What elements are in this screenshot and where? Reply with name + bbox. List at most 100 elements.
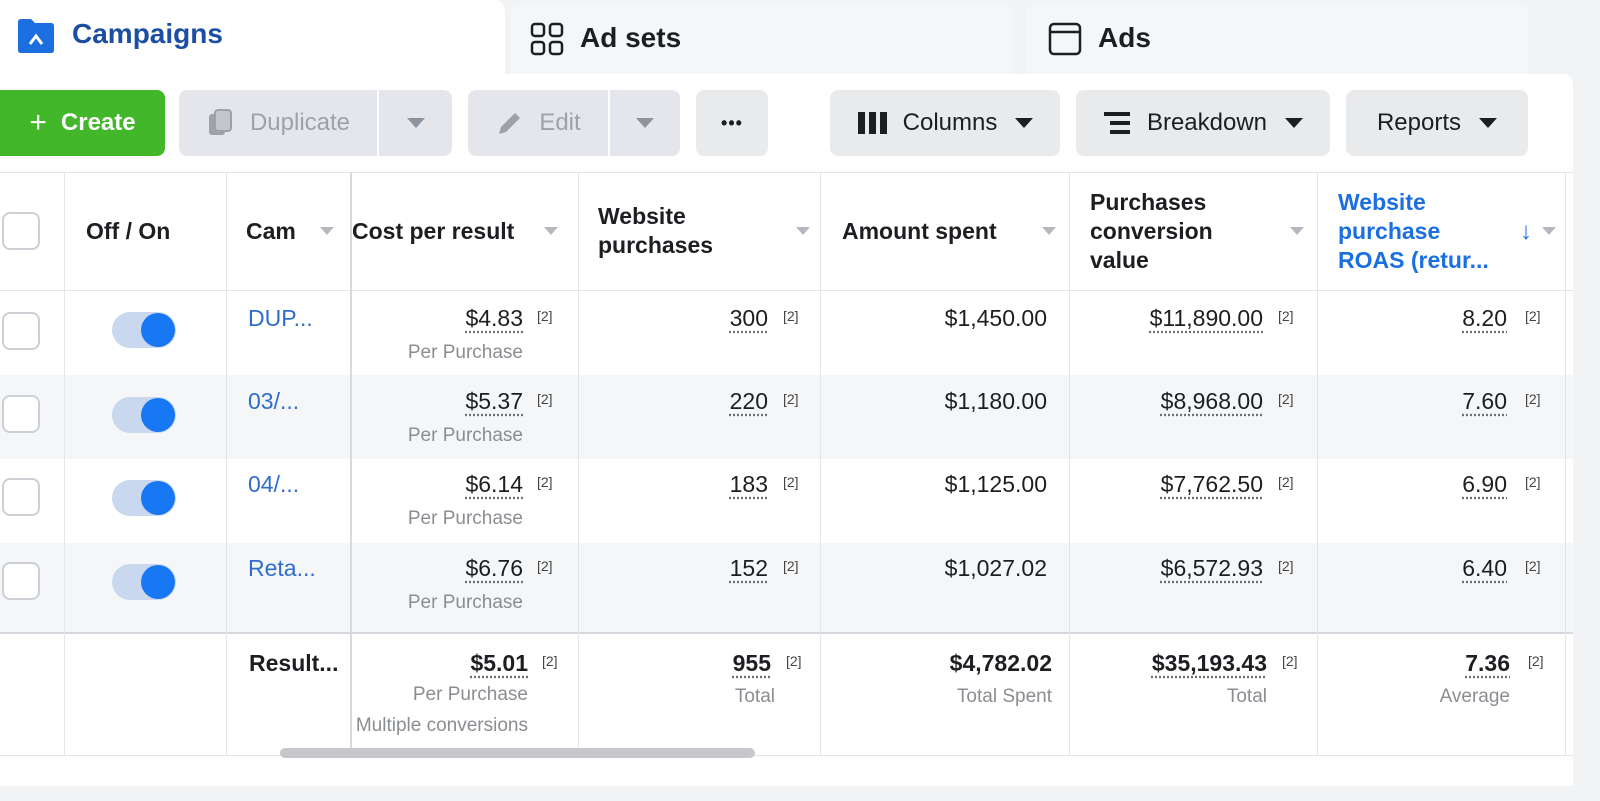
folder-icon <box>18 19 54 53</box>
tab-ads[interactable]: Ads <box>1026 4 1528 74</box>
level-tabs: Campaigns Ad sets Ads <box>0 0 1600 76</box>
header-label: Cam <box>246 217 296 244</box>
totals-top-border <box>0 632 1573 634</box>
header-purchases-conversion-value[interactable]: Purchases conversion value <box>1090 172 1304 290</box>
footnote-marker: [2] <box>1278 308 1294 324</box>
cost-per-result-unit: Per Purchase <box>407 592 523 613</box>
header-label: purchases <box>598 232 714 258</box>
reports-label: Reports <box>1376 109 1462 136</box>
footnote-marker: [2] <box>783 558 799 574</box>
edit-dropdown[interactable] <box>608 90 680 156</box>
header-cost-per-result[interactable]: Cost per result <box>352 172 559 290</box>
cost-per-result-value[interactable]: $4.83 <box>465 305 523 332</box>
row-checkbox[interactable] <box>2 478 40 516</box>
tab-label: Ads <box>1098 22 1151 53</box>
total-conversion-value[interactable]: $35,193.43 <box>1152 650 1267 677</box>
sort-caret-icon <box>1290 227 1304 235</box>
roas-value[interactable]: 6.90 <box>1462 471 1507 498</box>
footnote-marker: [2] <box>1528 653 1544 669</box>
footnote-marker: [2] <box>1525 558 1541 574</box>
conversion-value[interactable]: $8,968.00 <box>1161 388 1263 415</box>
campaign-name-link[interactable]: Reta... <box>248 555 316 582</box>
header-label: Amount spent <box>842 217 997 244</box>
total-website-purchases[interactable]: 955 <box>733 650 771 677</box>
campaign-toggle[interactable] <box>112 312 176 348</box>
duplicate-dropdown[interactable] <box>377 90 452 156</box>
website-purchases-value[interactable]: 183 <box>730 471 768 498</box>
campaign-toggle[interactable] <box>112 564 176 600</box>
average-roas[interactable]: 7.36 <box>1465 650 1510 677</box>
toggle-knob <box>141 481 175 515</box>
header-campaign[interactable]: Cam <box>246 172 334 290</box>
cost-per-result-unit: Per Purchase <box>407 508 523 529</box>
website-purchases-value[interactable]: 152 <box>730 555 768 582</box>
breakdown-label: Breakdown <box>1146 109 1268 136</box>
row-checkbox[interactable] <box>2 312 40 350</box>
campaign-toggle[interactable] <box>112 480 176 516</box>
conversion-value[interactable]: $7,762.50 <box>1161 471 1263 498</box>
window-icon <box>1048 22 1082 56</box>
average-roas-label: Average <box>1439 686 1510 707</box>
breakdown-icon <box>1103 112 1130 134</box>
edit-label: Edit <box>539 109 581 136</box>
campaign-toggle[interactable] <box>112 397 176 433</box>
tab-label: Ad sets <box>580 22 682 53</box>
footnote-marker: [2] <box>786 653 802 669</box>
tab-campaigns[interactable]: Campaigns <box>0 0 505 76</box>
more-icon: ••• <box>721 112 743 133</box>
row-checkbox[interactable] <box>2 562 40 600</box>
footnote-marker: [2] <box>542 653 558 669</box>
row-checkbox[interactable] <box>2 395 40 433</box>
footnote-marker: [2] <box>537 474 553 490</box>
total-conversion-label: Total <box>1226 686 1267 707</box>
select-all-checkbox[interactable] <box>2 212 40 250</box>
header-website-purchases[interactable]: Website purchases <box>598 172 810 290</box>
toggle-knob <box>141 398 175 432</box>
header-label: purchase <box>1338 217 1441 244</box>
footnote-marker: [2] <box>1525 474 1541 490</box>
create-button[interactable]: + Create <box>0 90 165 156</box>
column-divider <box>226 172 227 756</box>
header-amount-spent[interactable]: Amount spent <box>842 172 1056 290</box>
chevron-down-icon <box>636 118 654 128</box>
header-website-purchase-roas[interactable]: Website purchase ROAS (retur... ↓ <box>1338 172 1556 290</box>
duplicate-button[interactable]: Duplicate <box>179 90 377 156</box>
cost-per-result-value[interactable]: $6.14 <box>465 471 523 498</box>
tab-ad-sets[interactable]: Ad sets <box>510 4 1012 74</box>
header-label: ROAS (retur... <box>1338 246 1489 273</box>
column-divider <box>64 172 65 756</box>
breakdown-button[interactable]: Breakdown <box>1076 90 1330 156</box>
cost-per-result-value[interactable]: $6.76 <box>465 555 523 582</box>
campaign-name-link[interactable]: 04/... <box>248 471 299 498</box>
roas-value[interactable]: 7.60 <box>1462 388 1507 415</box>
footnote-marker: [2] <box>783 391 799 407</box>
create-label: Create <box>60 109 136 136</box>
columns-button[interactable]: Columns <box>830 90 1060 156</box>
total-cost-per-result[interactable]: $5.01 <box>470 650 528 677</box>
footnote-marker: [2] <box>1278 391 1294 407</box>
edit-button[interactable]: Edit <box>468 90 608 156</box>
footnote-marker: [2] <box>1525 391 1541 407</box>
total-amount-spent: $4,782.02 <box>949 650 1052 676</box>
column-divider <box>1565 172 1566 756</box>
campaign-name-link[interactable]: 03/... <box>248 388 299 415</box>
conversion-value[interactable]: $6,572.93 <box>1161 555 1263 582</box>
table-row <box>0 291 1573 375</box>
table-row <box>0 375 1573 459</box>
cost-per-result-value[interactable]: $5.37 <box>465 388 523 415</box>
footnote-marker: [2] <box>537 391 553 407</box>
header-label: Cost per result <box>352 217 515 244</box>
campaign-name-link[interactable]: DUP... <box>248 305 313 332</box>
horizontal-scrollbar[interactable] <box>280 748 755 758</box>
conversion-value[interactable]: $11,890.00 <box>1150 305 1263 332</box>
roas-value[interactable]: 8.20 <box>1462 305 1507 332</box>
header-toggle[interactable]: Off / On <box>86 172 170 290</box>
column-divider <box>820 172 821 756</box>
chevron-down-icon <box>1479 118 1498 128</box>
website-purchases-value[interactable]: 220 <box>730 388 768 415</box>
roas-value[interactable]: 6.40 <box>1462 555 1507 582</box>
more-button[interactable]: ••• <box>696 90 768 156</box>
reports-button[interactable]: Reports <box>1346 90 1528 156</box>
website-purchases-value[interactable]: 300 <box>730 305 768 332</box>
sort-caret-icon <box>796 227 810 235</box>
